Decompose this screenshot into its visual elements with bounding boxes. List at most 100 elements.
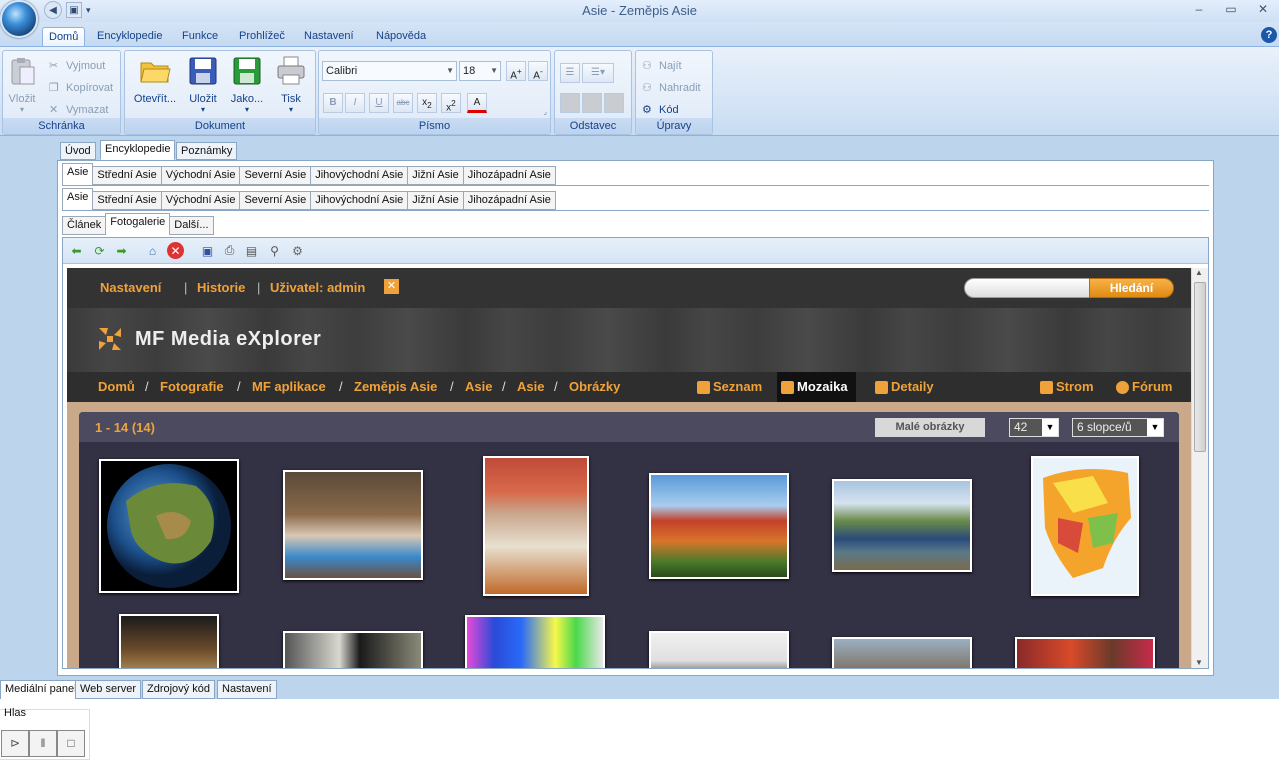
align-right-button[interactable]: [604, 93, 624, 113]
view-mosaic-button[interactable]: Mozaika: [777, 372, 856, 402]
refresh-icon[interactable]: ⟳: [91, 242, 108, 259]
application-menu-button[interactable]: [0, 0, 38, 38]
breadcrumb-item[interactable]: Fotografie: [160, 379, 224, 394]
photo-thumbnail[interactable]: [99, 459, 239, 593]
back-arrow-icon[interactable]: ⬅: [68, 242, 85, 259]
open-button[interactable]: Otevřít...: [129, 55, 181, 105]
replace-button[interactable]: ⚇ Nahradit: [642, 81, 701, 95]
underline-button[interactable]: U: [369, 93, 389, 113]
bullet-list-button[interactable]: ☰: [560, 63, 580, 83]
pause-button[interactable]: ‖: [29, 730, 57, 757]
ribbon-tab-browser[interactable]: Prohlížeč: [233, 27, 291, 47]
region-tab-southwest[interactable]: Jihozápadní Asie: [462, 166, 556, 185]
region-tab-south[interactable]: Jižní Asie: [407, 191, 464, 210]
logout-icon[interactable]: ✕: [384, 279, 399, 294]
close-button[interactable]: ✕: [1247, 0, 1279, 20]
region-tab-north[interactable]: Severní Asie: [239, 166, 312, 185]
tab-more[interactable]: Další...: [169, 216, 214, 235]
tab-intro[interactable]: Úvod: [60, 142, 96, 160]
delete-button[interactable]: ✕ Vymazat: [49, 103, 108, 117]
tab-media-panel[interactable]: Mediální panel: [0, 680, 82, 699]
region-tab-asia[interactable]: Asie: [62, 188, 94, 210]
code-button[interactable]: ⚙ Kód: [642, 103, 679, 117]
superscript-button[interactable]: x2: [441, 93, 461, 113]
scrollbar-thumb[interactable]: [1194, 282, 1206, 452]
tab-encyclopedia[interactable]: Encyklopedie: [100, 140, 176, 160]
region-tab-central[interactable]: Střední Asie: [92, 166, 162, 185]
region-tab-east[interactable]: Východní Asie: [160, 191, 241, 210]
region-tab-asia[interactable]: Asie: [62, 163, 94, 185]
subscript-button[interactable]: x2: [417, 93, 437, 113]
web-history-link[interactable]: Historie: [197, 280, 245, 295]
columns-select[interactable]: 6 slopce/ů ▼: [1072, 418, 1164, 437]
web-user-link[interactable]: Uživatel: admin: [270, 280, 365, 295]
tree-button[interactable]: Strom: [1036, 372, 1094, 402]
region-tab-southeast[interactable]: Jihovýchodní Asie: [310, 166, 409, 185]
shrink-font-button[interactable]: A-: [528, 61, 548, 81]
view-details-button[interactable]: Detaily: [871, 372, 934, 402]
paste-button[interactable]: Vložit ▾: [0, 55, 44, 114]
page-icon[interactable]: ▤: [243, 242, 260, 259]
scroll-up-icon[interactable]: ▲: [1195, 268, 1203, 277]
region-tab-east[interactable]: Východní Asie: [160, 166, 241, 185]
dialog-launcher-icon[interactable]: ⌟: [543, 107, 547, 116]
web-search-button[interactable]: Hledání: [1089, 278, 1174, 298]
font-size-select[interactable]: 18 ▼: [459, 61, 501, 81]
italic-button[interactable]: I: [345, 93, 365, 113]
tab-photo-gallery[interactable]: Fotogalerie: [105, 213, 171, 235]
maximize-button[interactable]: ▭: [1215, 0, 1247, 20]
photo-thumbnail[interactable]: [283, 470, 423, 580]
breadcrumb-item[interactable]: Domů: [98, 379, 135, 394]
play-button[interactable]: ⊳: [1, 730, 29, 757]
ribbon-tab-help[interactable]: Nápověda: [370, 27, 432, 47]
vertical-scrollbar[interactable]: ▲ ▼: [1191, 268, 1208, 668]
align-center-button[interactable]: [582, 93, 602, 113]
save-as-button[interactable]: Jako... ▾: [225, 55, 269, 114]
tab-settings[interactable]: Nastavení: [217, 680, 277, 699]
tab-source-code[interactable]: Zdrojový kód: [142, 680, 215, 699]
photo-thumbnail[interactable]: [832, 479, 972, 572]
zoom-icon[interactable]: ⚲: [266, 242, 283, 259]
numbered-list-button[interactable]: ☰▾: [582, 63, 614, 83]
photo-thumbnail[interactable]: [483, 456, 589, 596]
stop-icon[interactable]: ✕: [167, 242, 184, 259]
forum-button[interactable]: Fórum: [1112, 372, 1172, 402]
breadcrumb-item[interactable]: MF aplikace: [252, 379, 326, 394]
forward-arrow-icon[interactable]: ➡: [113, 242, 130, 259]
photo-thumbnail[interactable]: [832, 637, 972, 668]
photo-thumbnail[interactable]: [283, 631, 423, 668]
breadcrumb-item[interactable]: Asie: [465, 379, 492, 394]
breadcrumb-item[interactable]: Obrázky: [569, 379, 620, 394]
ribbon-tab-encyclopedia[interactable]: Encyklopedie: [91, 27, 168, 47]
bold-button[interactable]: B: [323, 93, 343, 113]
tab-web-server[interactable]: Web server: [75, 680, 142, 699]
ribbon-tab-home[interactable]: Domů: [42, 27, 86, 47]
scroll-down-icon[interactable]: ▼: [1195, 658, 1203, 667]
ribbon-tab-functions[interactable]: Funkce: [176, 27, 224, 47]
save-button[interactable]: Uložit ▾: [181, 55, 225, 114]
region-tab-southwest[interactable]: Jihozápadní Asie: [462, 191, 556, 210]
view-list-button[interactable]: Seznam: [693, 372, 762, 402]
photo-thumbnail[interactable]: [1031, 456, 1139, 596]
tab-article[interactable]: Článek: [62, 216, 107, 235]
copy-button[interactable]: ❐ Kopírovat: [49, 81, 113, 95]
ribbon-tab-settings[interactable]: Nastavení: [298, 27, 360, 47]
stop-button[interactable]: □: [57, 730, 85, 757]
region-tab-central[interactable]: Střední Asie: [92, 191, 162, 210]
region-tab-south[interactable]: Jižní Asie: [407, 166, 464, 185]
home-icon[interactable]: ⌂: [144, 242, 161, 259]
save-icon[interactable]: ▣: [199, 242, 216, 259]
print-button[interactable]: Tisk ▾: [269, 55, 313, 114]
region-tab-north[interactable]: Severní Asie: [239, 191, 312, 210]
grow-font-button[interactable]: A+: [506, 61, 526, 81]
photo-thumbnail[interactable]: [649, 631, 789, 668]
align-left-button[interactable]: [560, 93, 580, 113]
help-icon[interactable]: ?: [1261, 27, 1277, 43]
font-family-select[interactable]: Calibri ▼: [322, 61, 457, 81]
photo-thumbnail[interactable]: [465, 615, 605, 668]
per-page-select[interactable]: 42 ▼: [1009, 418, 1059, 437]
breadcrumb-item[interactable]: Asie: [517, 379, 544, 394]
tab-notes[interactable]: Poznámky: [176, 142, 238, 160]
region-tab-southeast[interactable]: Jihovýchodní Asie: [310, 191, 409, 210]
small-images-button[interactable]: Malé obrázky: [875, 418, 985, 437]
